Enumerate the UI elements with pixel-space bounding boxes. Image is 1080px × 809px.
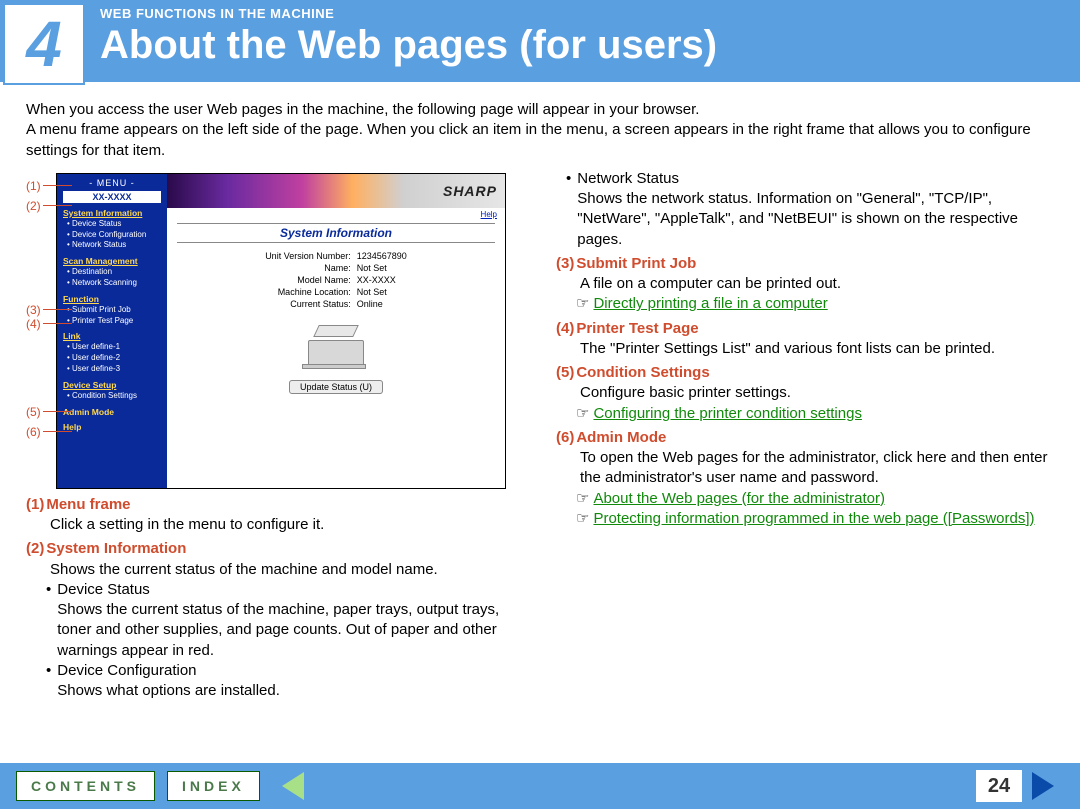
info-table: Unit Version Number:1234567890Name:Not S… (263, 249, 409, 311)
chapter-number: 4 (26, 12, 62, 76)
brand-banner: SHARP (167, 174, 505, 208)
contents-button[interactable]: CONTENTS (16, 771, 155, 801)
printer-icon (306, 321, 366, 366)
cross-reference-link[interactable]: ☞About the Web pages (for the administra… (576, 489, 1054, 509)
cross-reference-link[interactable]: ☞Configuring the printer condition setti… (576, 404, 1054, 424)
definition-head: (6)Admin Mode (556, 428, 1054, 448)
definition-head: (5)Condition Settings (556, 363, 1054, 383)
callout-5: (5) (26, 405, 41, 419)
menu-group-head[interactable]: Help (63, 422, 161, 432)
menu-item[interactable]: Condition Settings (67, 391, 161, 402)
menu-item[interactable]: User define-3 (67, 364, 161, 375)
section-label: WEB FUNCTIONS IN THE MACHINE (100, 6, 717, 21)
menu-item[interactable]: Printer Test Page (67, 316, 161, 327)
list-item: • Network Status Shows the network statu… (566, 169, 1054, 250)
definition-head: (3)Submit Print Job (556, 254, 1054, 274)
definition-body: Configure basic printer settings. (580, 383, 1054, 403)
menu-item[interactable]: Device Configuration (67, 230, 161, 241)
chapter-number-box: 4 (3, 3, 85, 85)
menu-group-head[interactable]: Link (63, 331, 161, 341)
network-status-title: Network Status (577, 169, 1054, 189)
header-text: WEB FUNCTIONS IN THE MACHINE About the W… (85, 0, 717, 68)
brand-logo: SHARP (443, 183, 497, 199)
page-title: About the Web pages (for users) (100, 23, 717, 68)
content-frame: SHARP Help System Information Unit Versi… (167, 174, 505, 488)
prev-page-arrow[interactable] (282, 772, 304, 800)
model-name: XX-XXXX (63, 191, 161, 203)
menu-frame: - MENU - XX-XXXX System InformationDevic… (57, 174, 167, 488)
menu-group-head[interactable]: Function (63, 294, 161, 304)
menu-item[interactable]: Submit Print Job (67, 305, 161, 316)
callout-2: (2) (26, 199, 41, 213)
menu-group-head[interactable]: Device Setup (63, 380, 161, 390)
callout-4: (4) (26, 317, 41, 331)
next-page-arrow[interactable] (1032, 772, 1054, 800)
system-info-title: System Information (177, 223, 495, 243)
network-status-desc: Shows the network status. Information on… (577, 189, 1054, 250)
page-header: 4 WEB FUNCTIONS IN THE MACHINE About the… (0, 0, 1080, 82)
menu-item[interactable]: User define-1 (67, 342, 161, 353)
cross-reference-link[interactable]: ☞Protecting information programmed in th… (576, 509, 1054, 529)
menu-group-head[interactable]: Scan Management (63, 256, 161, 266)
callout-6: (6) (26, 425, 41, 439)
list-item: •Device ConfigurationShows what options … (46, 661, 536, 702)
menu-group-head[interactable]: System Information (63, 208, 161, 218)
definition-head: (1)Menu frame (26, 495, 536, 515)
definition-head: (4)Printer Test Page (556, 319, 1054, 339)
menu-item[interactable]: Network Status (67, 240, 161, 251)
definition-body: The "Printer Settings List" and various … (580, 339, 1054, 359)
menu-group-head[interactable]: Admin Mode (63, 407, 161, 417)
menu-item[interactable]: Destination (67, 267, 161, 278)
callout-column: (1) (2) (3) (4) (5) (6) (26, 173, 50, 489)
definition-body: Shows the current status of the machine … (50, 560, 536, 580)
menu-label: - MENU - (63, 178, 161, 188)
index-button[interactable]: INDEX (167, 771, 260, 801)
list-item: •Device StatusShows the current status o… (46, 580, 536, 661)
menu-item[interactable]: Network Scanning (67, 278, 161, 289)
page-number: 24 (976, 770, 1022, 802)
menu-item[interactable]: Device Status (67, 219, 161, 230)
definition-head: (2)System Information (26, 539, 536, 559)
page-footer: CONTENTS INDEX 24 (0, 763, 1080, 809)
cross-reference-link[interactable]: ☞Directly printing a file in a computer (576, 294, 1054, 314)
callout-3: (3) (26, 303, 41, 317)
embedded-screenshot: - MENU - XX-XXXX System InformationDevic… (56, 173, 506, 489)
update-status-button[interactable]: Update Status (U) (289, 380, 383, 394)
definition-body: A file on a computer can be printed out. (580, 274, 1054, 294)
definition-body: Click a setting in the menu to configure… (50, 515, 536, 535)
definition-body: To open the Web pages for the administra… (580, 448, 1054, 489)
intro-text: When you access the user Web pages in th… (0, 82, 1080, 169)
help-link[interactable]: Help (167, 208, 505, 221)
menu-item[interactable]: User define-2 (67, 353, 161, 364)
callout-1: (1) (26, 179, 41, 193)
